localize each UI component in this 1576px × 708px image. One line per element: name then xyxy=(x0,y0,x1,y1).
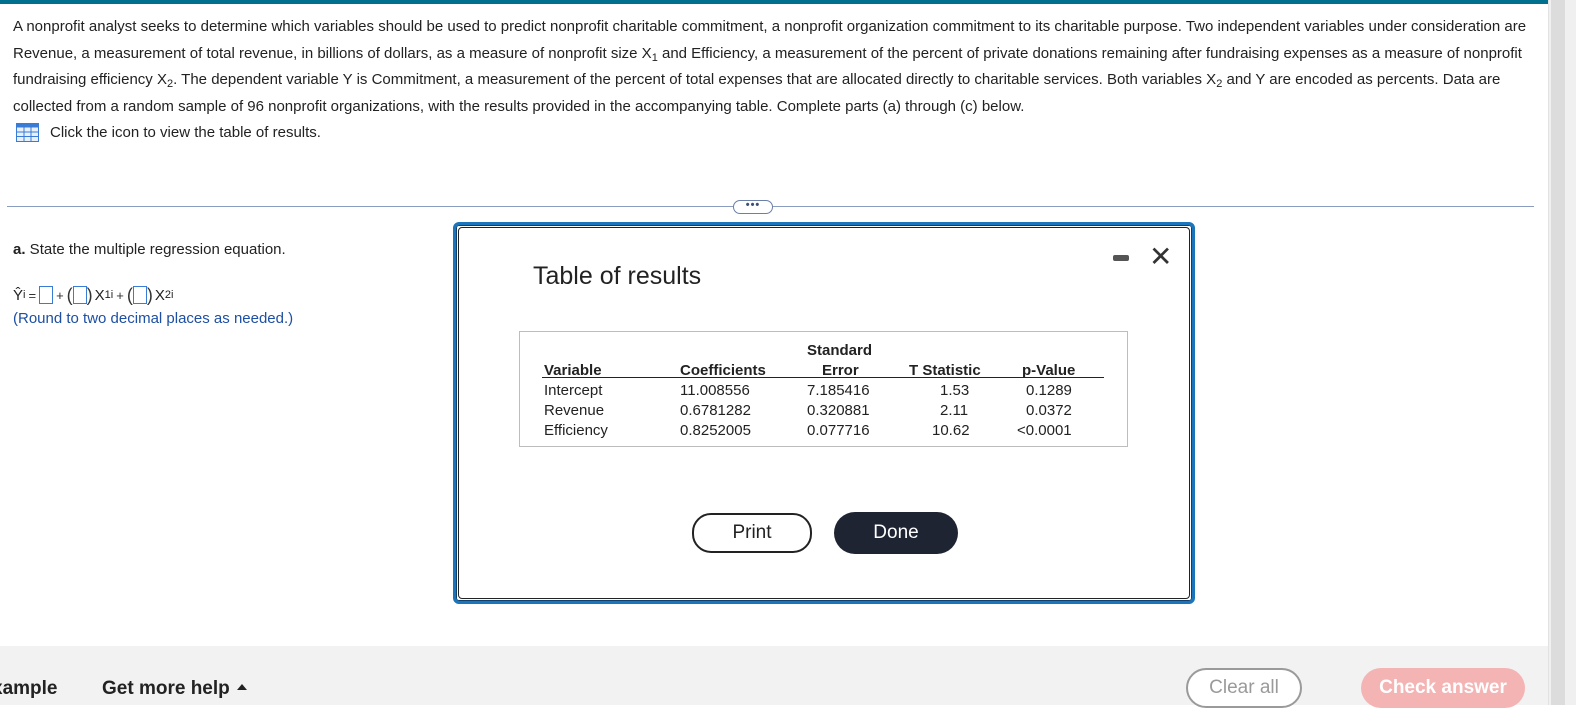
row-revenue-coefficient: 0.6781282 xyxy=(680,402,751,419)
y-hat-symbol: Ŷ xyxy=(13,286,24,304)
part-a-letter: a. xyxy=(13,241,26,258)
row-efficiency-t-stat: 10.62 xyxy=(932,422,970,439)
x2-variable: X xyxy=(154,286,165,304)
get-more-help-label[interactable]: Get more help xyxy=(102,678,230,699)
efficiency-coef-answer-box[interactable] xyxy=(132,286,147,304)
done-button[interactable]: Done xyxy=(834,512,958,554)
equals-sign: = xyxy=(28,287,37,303)
caret-up-icon xyxy=(236,683,247,690)
results-table: Variable Coefficients Standard Error T S… xyxy=(519,331,1128,447)
row-intercept-t-stat: 1.53 xyxy=(940,382,970,399)
problem-statement: A nonprofit analyst seeks to determine w… xyxy=(13,14,1533,120)
close-paren-2: ) xyxy=(146,284,153,305)
header-std-error-line1: Standard xyxy=(807,342,873,359)
row-efficiency-p-value: <0.0001 xyxy=(1017,422,1072,439)
problem-text-3: . The dependent variable Y is Commitment… xyxy=(173,71,1217,88)
print-button[interactable]: Print xyxy=(692,513,812,553)
intercept-answer-box[interactable] xyxy=(39,286,54,304)
row-intercept-std-error: 7.185416 xyxy=(807,382,870,399)
clear-all-button[interactable]: Clear all xyxy=(1186,668,1302,708)
row-efficiency-coefficient: 0.8252005 xyxy=(680,422,751,439)
row-revenue-variable: Revenue xyxy=(544,402,605,419)
row-intercept-p-value: 0.1289 xyxy=(1026,382,1072,399)
row-revenue-std-error: 0.320881 xyxy=(807,402,870,419)
revenue-coef-answer-box[interactable] xyxy=(72,286,87,304)
row-revenue-t-stat: 2.11 xyxy=(940,402,969,419)
plus-sign-1: + xyxy=(56,287,64,303)
check-answer-button[interactable]: Check answer xyxy=(1361,668,1525,708)
dialog-title: Table of results xyxy=(533,262,702,290)
row-revenue-p-value: 0.0372 xyxy=(1026,402,1072,419)
regression-equation: Ŷi = + () X 1i + () X 2i xyxy=(13,284,174,305)
get-more-help-button[interactable]: Get more help xyxy=(102,678,247,700)
minimize-icon[interactable] xyxy=(1113,255,1129,261)
header-underline xyxy=(542,377,1104,378)
row-efficiency-variable: Efficiency xyxy=(544,422,608,439)
example-link[interactable]: xample xyxy=(0,678,57,700)
more-dots-label: ••• xyxy=(745,199,761,211)
part-a-prompt: a. State the multiple regression equatio… xyxy=(13,241,286,258)
row-efficiency-std-error: 0.077716 xyxy=(807,422,870,439)
close-paren-1: ) xyxy=(86,284,93,305)
table-of-results-dialog: Table of results ✕ Variable Coefficients… xyxy=(453,222,1195,604)
top-accent-bar xyxy=(0,0,1548,4)
rounding-hint: (Round to two decimal places as needed.) xyxy=(13,310,294,327)
scrollbar-thumb[interactable] xyxy=(1551,0,1565,705)
view-table-link[interactable]: Click the icon to view the table of resu… xyxy=(16,121,321,143)
table-grid-icon[interactable] xyxy=(16,122,39,142)
row-intercept-variable: Intercept xyxy=(544,382,603,399)
plus-sign-2: + xyxy=(116,287,124,303)
expand-more-button[interactable]: ••• xyxy=(733,200,773,214)
part-a-text: State the multiple regression equation. xyxy=(25,241,286,258)
close-icon[interactable]: ✕ xyxy=(1149,243,1172,271)
view-table-label[interactable]: Click the icon to view the table of resu… xyxy=(50,124,321,141)
row-intercept-coefficient: 11.008556 xyxy=(680,382,750,399)
x1-variable: X xyxy=(94,286,105,304)
